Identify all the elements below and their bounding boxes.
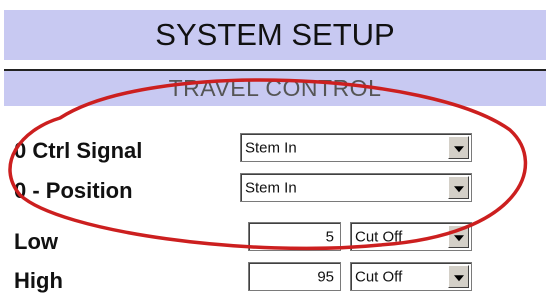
section-title-text: TRAVEL CONTROL bbox=[168, 75, 382, 101]
high-cutoff-select[interactable]: Cut Off bbox=[350, 262, 472, 291]
section-header-travel-control: TRAVEL CONTROL bbox=[4, 69, 546, 106]
position-select-value: Stem In bbox=[245, 179, 297, 196]
chevron-down-icon[interactable] bbox=[448, 176, 469, 199]
high-cutoff-select-value: Cut Off bbox=[355, 268, 403, 285]
ctrl-signal-label: 0 Ctrl Signal bbox=[14, 138, 143, 163]
low-value-text: 5 bbox=[325, 228, 334, 245]
low-value-input[interactable]: 5 bbox=[248, 222, 341, 251]
ctrl-signal-select[interactable]: Stem In bbox=[240, 133, 472, 162]
chevron-down-icon[interactable] bbox=[448, 136, 469, 159]
low-cutoff-select-value: Cut Off bbox=[355, 228, 403, 245]
low-label: Low bbox=[14, 229, 58, 254]
position-select[interactable]: Stem In bbox=[240, 173, 472, 202]
high-value-text: 95 bbox=[317, 268, 334, 285]
high-label: High bbox=[14, 268, 63, 293]
high-value-input[interactable]: 95 bbox=[248, 262, 341, 291]
low-cutoff-select[interactable]: Cut Off bbox=[350, 222, 472, 251]
page-title: SYSTEM SETUP bbox=[4, 10, 546, 62]
chevron-down-icon[interactable] bbox=[448, 225, 469, 248]
chevron-down-icon[interactable] bbox=[448, 265, 469, 288]
position-label: 0 - Position bbox=[14, 178, 133, 203]
ctrl-signal-select-value: Stem In bbox=[245, 139, 297, 156]
page-title-text: SYSTEM SETUP bbox=[155, 17, 395, 52]
